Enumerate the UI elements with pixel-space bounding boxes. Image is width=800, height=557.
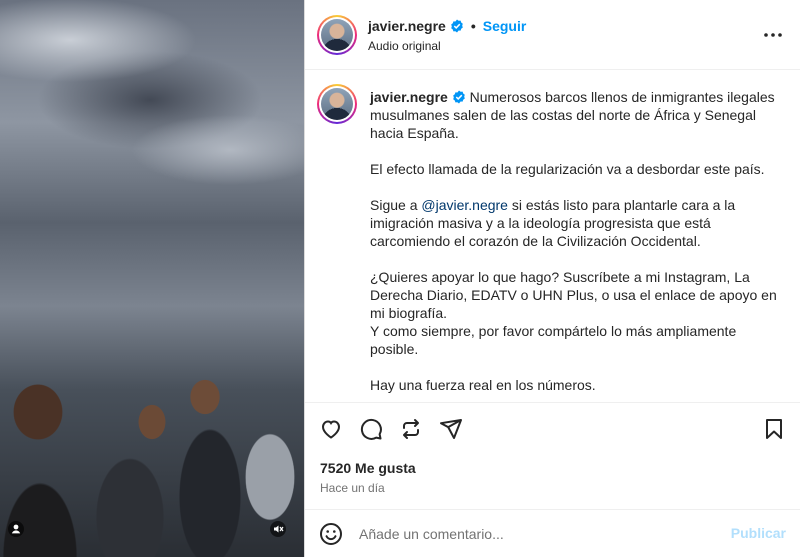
video-frame-people [0, 177, 304, 557]
caption-paragraph-5: Y como siempre, por favor compártelo lo … [370, 323, 737, 357]
likes-count[interactable]: 7520 Me gusta [320, 460, 416, 476]
post-timestamp[interactable]: Hace un día [320, 481, 385, 495]
post-caption: javier.negre Numerosos barcos llenos de … [305, 71, 800, 402]
author-username[interactable]: javier.negre [368, 18, 446, 34]
caption-paragraph-3-start: Sigue a [370, 197, 422, 213]
author-avatar[interactable] [317, 15, 357, 55]
post-side-panel: javier.negre • Seguir Audio original jav… [305, 0, 800, 557]
verified-badge-icon [450, 19, 464, 33]
post-actions: 7520 Me gusta Hace un día [305, 402, 800, 502]
caption-author-avatar[interactable] [317, 84, 357, 124]
muted-speaker-icon[interactable] [266, 517, 290, 541]
more-horizontal-icon[interactable] [761, 25, 785, 45]
repost-icon[interactable] [399, 417, 423, 441]
send-icon[interactable] [439, 417, 463, 441]
user-tag-icon[interactable] [4, 517, 28, 541]
post-media-video[interactable] [0, 0, 304, 557]
emoji-icon[interactable] [319, 522, 343, 546]
caption-paragraph-6: Hay una fuerza real en los números. [370, 377, 596, 393]
follow-button[interactable]: Seguir [483, 18, 527, 34]
post-header: javier.negre • Seguir Audio original [305, 0, 800, 70]
comment-input[interactable] [359, 522, 719, 546]
verified-badge-icon [452, 90, 466, 104]
audio-label[interactable]: Audio original [368, 39, 441, 53]
comment-composer: Publicar [305, 509, 800, 557]
separator-dot: • [470, 18, 476, 34]
publish-button[interactable]: Publicar [731, 525, 786, 541]
caption-paragraph-2: El efecto llamada de la regularización v… [370, 161, 765, 177]
heart-icon[interactable] [319, 417, 343, 441]
caption-paragraph-4: ¿Quieres apoyar lo que hago? Suscríbete … [370, 269, 777, 321]
comment-icon[interactable] [359, 417, 383, 441]
caption-text: javier.negre Numerosos barcos llenos de … [370, 88, 780, 402]
caption-username[interactable]: javier.negre [370, 89, 448, 105]
mention-link[interactable]: @javier.negre [421, 197, 508, 213]
bookmark-icon[interactable] [762, 417, 786, 441]
